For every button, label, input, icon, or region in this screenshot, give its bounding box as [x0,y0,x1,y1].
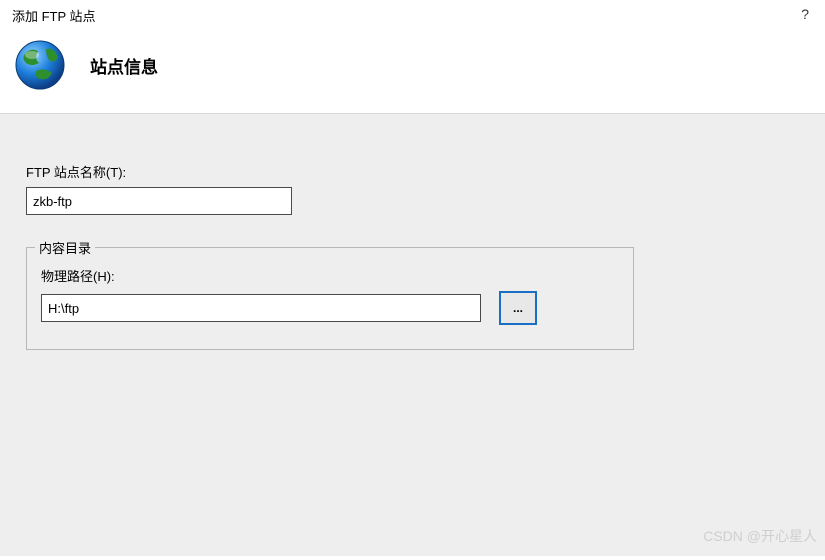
window-title: 添加 FTP 站点 [12,6,96,25]
site-name-input[interactable] [26,187,292,215]
wizard-heading: 站点信息 [90,53,158,78]
physical-path-input[interactable] [41,294,481,322]
window-titlebar: 添加 FTP 站点 ? [0,0,825,29]
content-directory-legend: 内容目录 [35,238,95,257]
physical-path-label: 物理路径(H): [41,266,619,285]
wizard-header: 站点信息 [0,29,825,114]
physical-path-row: ... [41,291,619,325]
help-button[interactable]: ? [797,6,813,22]
globe-icon [12,37,68,93]
wizard-body: FTP 站点名称(T): 内容目录 物理路径(H): ... CSDN @开心星… [0,114,825,556]
site-name-label: FTP 站点名称(T): [26,162,799,181]
watermark-text: CSDN @开心星人 [703,526,817,546]
browse-button[interactable]: ... [499,291,537,325]
content-directory-group: 内容目录 物理路径(H): ... [26,247,634,350]
